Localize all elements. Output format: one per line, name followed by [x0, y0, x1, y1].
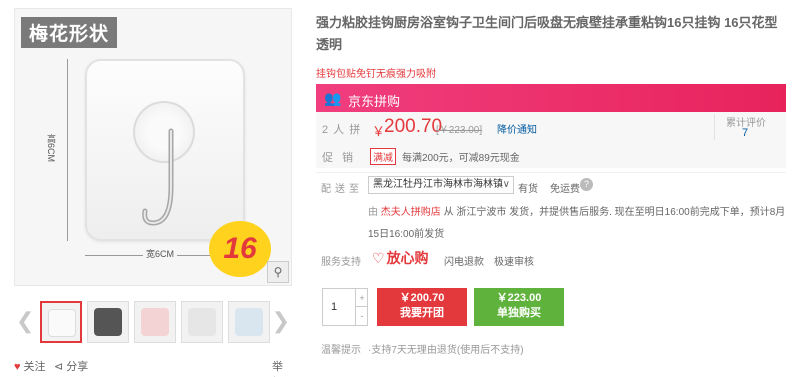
review-count-link[interactable]: 7	[742, 127, 748, 139]
tip-text: ·支持7天无理由退货(使用后不支持)	[368, 345, 524, 356]
people-label: 2 人 拼	[322, 124, 362, 136]
tip-label: 温馨提示	[321, 345, 361, 356]
group-people-icon: 👥	[324, 90, 342, 106]
thumbnail-strip: ❮ ❯	[14, 298, 292, 346]
report-link[interactable]: 举报	[272, 358, 292, 377]
service-label: 服务支持	[321, 257, 361, 268]
solo-button-price: ￥223.00	[496, 292, 542, 304]
stock-status: 有货	[518, 184, 538, 195]
address-select[interactable]: 黑龙江牡丹江市海林市海林镇 ∨	[368, 176, 514, 194]
from-label: 由	[368, 207, 378, 218]
store-info: 由 杰夫人拼购店 从 浙江宁波市 发货，并提供售后服务. 现在至明日16:00前…	[368, 202, 786, 246]
group-button-label: 我要开团	[400, 307, 444, 319]
help-icon[interactable]: ?	[580, 178, 593, 191]
shipping-fee: 免运费	[550, 184, 580, 195]
shop-link[interactable]: 杰夫人拼购店	[381, 207, 441, 218]
service-item[interactable]: 闪电退款	[444, 253, 484, 268]
price-drop-notify-link[interactable]: 降价通知	[497, 121, 537, 136]
address-value: 黑龙江牡丹江市海林市海林镇	[373, 179, 503, 190]
price-panel: 2 人 拼 ￥ 200.70 [￥223.00] 降价通知 累计评价 7 促 销…	[316, 112, 786, 168]
share-icon: ⊲	[54, 361, 64, 373]
group-price: 200.70	[384, 116, 443, 137]
divider	[316, 172, 786, 173]
promo-tag: 满减	[370, 148, 396, 165]
buy-alone-button[interactable]: ￥223.00 单独购买	[474, 288, 564, 326]
ship-to-label: 配送至	[321, 184, 363, 195]
quantity-badge: 16	[209, 221, 271, 277]
chevron-down-icon: ∨	[502, 179, 510, 190]
chevron-right-icon[interactable]: ❯	[272, 308, 290, 334]
magnifier-icon[interactable]: ⚲	[267, 261, 289, 283]
follow-button[interactable]: ♥ 关注	[14, 358, 46, 374]
solo-button-label: 单独购买	[497, 307, 541, 319]
thumbnail-2[interactable]	[87, 301, 129, 343]
thumbnail-1[interactable]	[40, 301, 82, 343]
promo-text: 每满200元，可减89元现金	[402, 153, 520, 164]
quantity-minus-button[interactable]: -	[355, 307, 368, 325]
share-button[interactable]: ⊲ 分享	[54, 358, 88, 374]
group-button-price: ￥200.70	[399, 292, 445, 304]
promo-label: 促 销	[322, 152, 357, 164]
shape-label: 梅花形状	[21, 17, 118, 48]
thumbnail-3[interactable]	[134, 301, 176, 343]
hook-graphic	[142, 128, 174, 226]
promo-note: 挂钩包贴免钉无痕强力吸附	[316, 69, 436, 80]
thumbnail-4[interactable]	[181, 301, 223, 343]
thumbnail-5[interactable]	[228, 301, 270, 343]
quantity-plus-button[interactable]: +	[355, 289, 368, 307]
quantity-input[interactable]: 1	[331, 301, 337, 313]
width-dimension-text: 宽6CM	[143, 247, 178, 260]
chevron-left-icon[interactable]: ❮	[16, 308, 34, 334]
original-price: [￥223.00]	[436, 125, 483, 136]
group-buy-bar: 👥 京东拼购	[316, 84, 786, 112]
main-product-image[interactable]: 梅花形状 高6CM 宽6CM 16 ⚲	[14, 8, 292, 286]
height-dimension-text: 高6CM	[46, 134, 56, 163]
service-main[interactable]: ♡ 放心购	[372, 248, 429, 268]
height-dimension-line	[67, 59, 68, 241]
service-item[interactable]: 极速审核	[494, 253, 534, 268]
quantity-stepper: 1 + -	[322, 288, 368, 326]
heart-outline-icon: ♡	[372, 250, 385, 266]
review-divider	[714, 114, 715, 140]
group-buy-label: 京东拼购	[348, 94, 401, 109]
product-title: 强力粘胶挂钩厨房浴室钩子卫生间门后吸盘无痕壁挂承重粘钩16只挂钩 16只花型透明	[316, 15, 778, 52]
start-group-button[interactable]: ￥200.70 我要开团	[377, 288, 467, 326]
heart-icon: ♥	[14, 361, 21, 373]
